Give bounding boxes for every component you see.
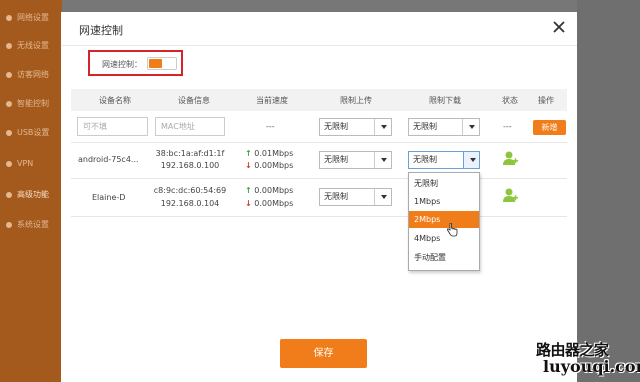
header-status: 状态 xyxy=(502,96,518,105)
background-sidebar: 网络设置 无线设置 访客网络 智能控制 USB设置 VPN 高级功能 系统设置 xyxy=(0,0,62,382)
device-mac: 38:bc:1a:af:d1:1f xyxy=(155,149,225,158)
sidebar-item-wireless: 无线设置 xyxy=(6,38,62,54)
row-divider xyxy=(71,142,567,143)
header-upload-limit: 限制上传 xyxy=(340,96,372,105)
add-device-button[interactable]: 新增 xyxy=(533,120,566,135)
download-speed: ↓ 0.00Mbps xyxy=(245,199,293,208)
header-device-name: 设备名称 xyxy=(99,96,131,105)
sidebar-item-usb: USB设置 xyxy=(6,125,62,141)
arrow-up-icon: ↑ xyxy=(245,149,252,158)
title-divider xyxy=(61,45,577,46)
arrow-up-icon: ↑ xyxy=(245,186,252,195)
sidebar-item-vpn: VPN xyxy=(6,156,62,172)
sidebar-item-guest: 访客网络 xyxy=(6,67,62,83)
new-row-status: --- xyxy=(503,122,512,131)
background-overlay-right xyxy=(577,0,640,382)
upload-speed-value: 0.01Mbps xyxy=(254,149,294,158)
chevron-down-icon[interactable] xyxy=(374,119,391,135)
new-row-speed: --- xyxy=(266,122,275,131)
chevron-down-icon[interactable] xyxy=(463,151,480,169)
table-header: 设备名称 设备信息 当前速度 限制上传 限制下载 状态 操作 xyxy=(71,89,567,111)
sidebar-item-advanced: 高级功能 xyxy=(6,187,62,203)
dropdown-option-selected[interactable]: 2Mbps xyxy=(409,211,479,228)
row-divider xyxy=(71,178,567,179)
speed-control-toggle[interactable] xyxy=(147,57,177,70)
speed-control-dialog: 网速控制 网速控制： 设备名称 设备信息 当前速度 限制上传 限制下载 状态 操… xyxy=(61,12,577,382)
watermark-url: luyouqi.com xyxy=(543,357,640,376)
sidebar-item-smart: 智能控制 xyxy=(6,96,62,112)
select-value: 无限制 xyxy=(324,122,348,131)
speed-control-toggle-area: 网速控制： xyxy=(88,50,183,76)
sidebar-item-network: 网络设置 xyxy=(6,10,62,26)
row-divider xyxy=(71,216,567,217)
header-action: 操作 xyxy=(538,96,554,105)
select-value: 无限制 xyxy=(324,155,348,164)
dropdown-option[interactable]: 1Mbps xyxy=(409,193,479,210)
header-download-limit: 限制下载 xyxy=(429,96,461,105)
download-limit-dropdown: 无限制 1Mbps 2Mbps 4Mbps 手动配置 xyxy=(408,172,480,271)
arrow-down-icon: ↓ xyxy=(245,161,252,170)
header-current-speed: 当前速度 xyxy=(256,96,288,105)
download-speed: ↓ 0.00Mbps xyxy=(245,161,293,170)
chevron-down-icon[interactable] xyxy=(374,152,391,168)
chevron-down-icon[interactable] xyxy=(374,189,391,205)
upload-speed: ↑ 0.00Mbps xyxy=(245,186,293,195)
mac-address-input[interactable]: MAC地址 xyxy=(155,117,225,136)
select-value: 无限制 xyxy=(413,155,437,164)
device-ip: 192.168.0.100 xyxy=(160,161,220,170)
chevron-down-icon[interactable] xyxy=(462,119,479,135)
device-name: android-75c4... xyxy=(78,155,139,164)
dropdown-option[interactable]: 无限制 xyxy=(409,175,479,192)
toggle-label: 网速控制： xyxy=(102,60,142,69)
close-icon[interactable] xyxy=(552,20,566,34)
header-device-info: 设备信息 xyxy=(178,96,210,105)
arrow-down-icon: ↓ xyxy=(245,199,252,208)
device-name-input[interactable]: 可不填 xyxy=(77,117,148,136)
device-ip: 192.168.0.104 xyxy=(160,199,220,208)
upload-speed-value: 0.00Mbps xyxy=(254,186,294,195)
hand-cursor-icon xyxy=(446,223,458,237)
dropdown-option[interactable]: 4Mbps xyxy=(409,230,479,247)
device-name: Elaine-D xyxy=(92,193,126,202)
upload-limit-select[interactable]: 无限制 xyxy=(319,151,392,169)
select-value: 无限制 xyxy=(324,192,348,201)
sidebar-item-system: 系统设置 xyxy=(6,217,62,233)
select-value: 无限制 xyxy=(413,122,437,131)
upload-speed: ↑ 0.01Mbps xyxy=(245,149,293,158)
new-row-upload-select[interactable]: 无限制 xyxy=(319,118,392,136)
download-limit-select[interactable]: 无限制 xyxy=(408,151,480,169)
dialog-title: 网速控制 xyxy=(79,24,123,37)
device-mac: c8:9c:dc:60:54:69 xyxy=(153,186,227,195)
download-speed-value: 0.00Mbps xyxy=(254,199,294,208)
save-button[interactable]: 保存 xyxy=(280,339,367,368)
upload-limit-select[interactable]: 无限制 xyxy=(319,188,392,206)
new-row-download-select[interactable]: 无限制 xyxy=(408,118,480,136)
dropdown-option[interactable]: 手动配置 xyxy=(409,249,479,266)
download-speed-value: 0.00Mbps xyxy=(254,161,294,170)
user-icon[interactable] xyxy=(503,151,519,166)
toggle-knob xyxy=(149,59,162,68)
user-icon[interactable] xyxy=(503,188,519,203)
